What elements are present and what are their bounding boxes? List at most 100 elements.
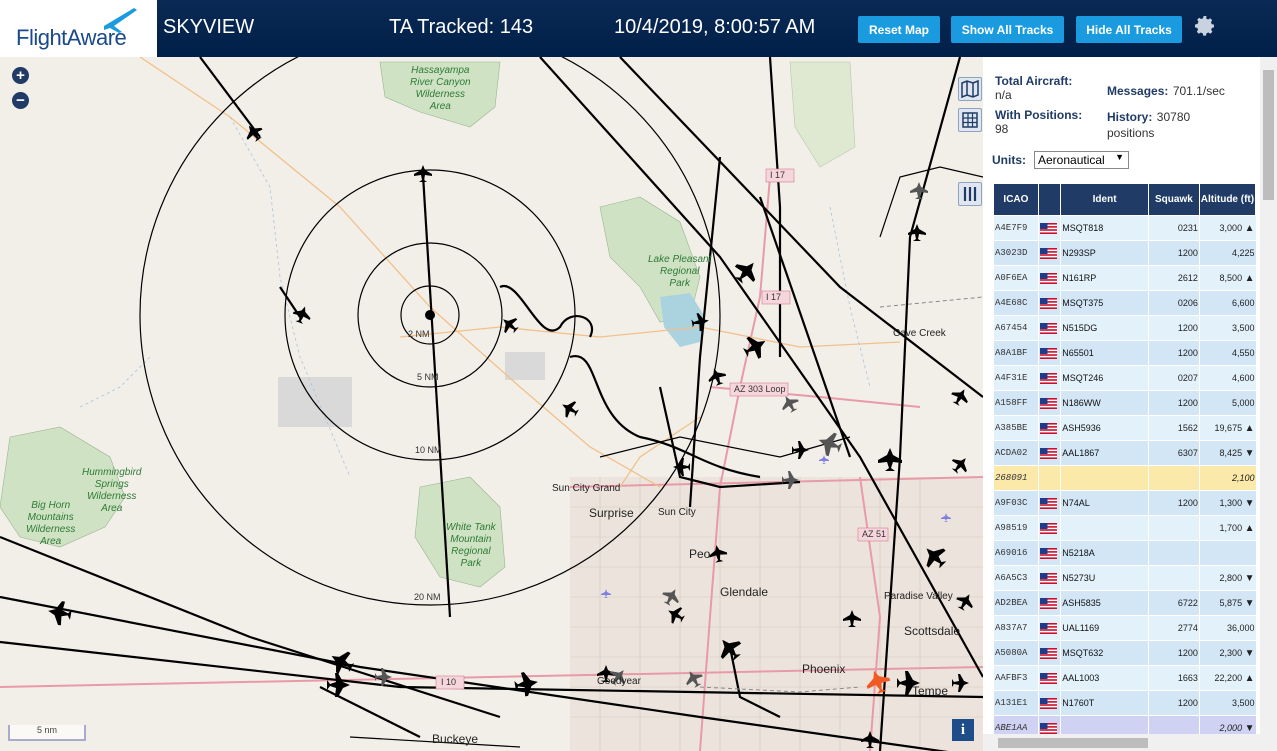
table-row[interactable]: AD2BEA ASH5835 6722 5,875 ▼ <box>993 590 1256 616</box>
ring-label-2nm: 2 NM <box>408 329 430 339</box>
table-row[interactable]: A385BE ASH5936 1562 19,675 ▲ <box>993 415 1256 441</box>
table-row[interactable]: A4F31E MSQT246 0207 4,600 <box>993 365 1256 391</box>
altitude-trend-icon: ▼ <box>1244 597 1255 609</box>
datetime: 10/4/2019, 8:00:57 AM <box>614 16 816 38</box>
altitude-value: 8,500 <box>1219 272 1243 283</box>
cell-altitude: 1,300 ▼ <box>1198 490 1256 516</box>
cell-icao: A6A5C3 <box>993 565 1039 591</box>
road-i10: I 10 <box>441 677 457 687</box>
history: History: 30780 positions <box>1107 108 1190 140</box>
cell-flag <box>1037 490 1061 516</box>
table-row[interactable]: A6A5C3 N5273U 2,800 ▼ <box>993 565 1256 591</box>
table-row[interactable]: A69016 N5218A <box>993 540 1256 566</box>
altitude-value: 2,100 <box>1231 472 1255 483</box>
cell-flag <box>1037 315 1061 341</box>
app-title: SKYVIEW <box>163 16 255 38</box>
cell-squawk: 1200 <box>1147 315 1200 341</box>
messages-value: 701.1/sec <box>1172 84 1225 98</box>
cell-icao: A4E7F9 <box>993 215 1039 241</box>
ring-label-20nm: 20 NM <box>414 592 441 602</box>
with-positions: With Positions: 98 <box>995 108 1082 136</box>
messages-label: Messages: <box>1107 84 1169 98</box>
zoom-in-button[interactable]: + <box>12 67 29 84</box>
cell-altitude: 4,600 <box>1198 365 1256 391</box>
cell-ident: N5273U <box>1060 565 1149 591</box>
cell-altitude <box>1198 540 1256 566</box>
cell-ident: N515DG <box>1060 315 1149 341</box>
vertical-scrollbar-thumb[interactable] <box>1263 70 1274 200</box>
columns-icon[interactable] <box>958 182 982 206</box>
reset-map-button[interactable]: Reset Map <box>858 16 940 43</box>
table-row[interactable]: A158FF N186WW 1200 5,000 <box>993 390 1256 416</box>
cell-squawk: 1562 <box>1147 415 1200 441</box>
table-row[interactable]: A0F6EA N161RP 2612 8,500 ▲ <box>993 265 1256 291</box>
table-row[interactable]: A9F03C N74AL 1200 1,300 ▼ <box>993 490 1256 516</box>
table-row[interactable]: A67454 N515DG 1200 3,500 <box>993 315 1256 341</box>
us-flag-icon <box>1039 422 1057 434</box>
cell-squawk <box>1147 565 1200 591</box>
cell-icao: A4F31E <box>993 365 1039 391</box>
us-flag-icon <box>1039 697 1057 709</box>
info-icon[interactable]: i <box>952 719 974 741</box>
units-select[interactable]: Aeronautical ▼ <box>1034 151 1129 169</box>
table-row[interactable]: A4E7F9 MSQT818 0231 3,000 ▲ <box>993 215 1256 241</box>
horizontal-scrollbar-thumb[interactable] <box>998 738 1148 748</box>
table-row[interactable]: A8A1BF N65501 1200 4,550 <box>993 340 1256 366</box>
cell-squawk <box>1147 515 1200 541</box>
road-i17-north: I 17 <box>770 170 786 180</box>
hide-all-tracks-button[interactable]: Hide All Tracks <box>1076 16 1182 43</box>
column-header-squawk[interactable]: Squawk <box>1147 183 1200 216</box>
table-row[interactable]: A4E68C MSQT375 0206 6,600 <box>993 290 1256 316</box>
column-header-ident[interactable]: Ident <box>1060 183 1149 216</box>
altitude-value: 5,000 <box>1231 397 1255 408</box>
flightaware-logo[interactable]: FlightAware <box>0 0 157 57</box>
table-row[interactable]: AAFBF3 AAL1003 1663 22,200 ▲ <box>993 665 1256 691</box>
altitude-value: 2,000 <box>1219 722 1243 733</box>
table-row[interactable]: 268091 2,100 <box>993 465 1256 491</box>
zoom-out-button[interactable]: − <box>12 92 29 109</box>
map-canvas[interactable]: 2 NM 5 NM 10 NM 20 NM Hassayampa River Ca… <box>0 57 983 751</box>
cell-ident: MSQT246 <box>1060 365 1149 391</box>
cell-squawk: 1200 <box>1147 390 1200 416</box>
table-row[interactable]: ACDA02 AAL1867 6307 8,425 ▼ <box>993 440 1256 466</box>
altitude-trend-icon: ▼ <box>1244 647 1255 659</box>
cell-ident: N293SP <box>1060 240 1149 266</box>
cell-flag <box>1037 640 1061 666</box>
table-row[interactable]: A3023D N293SP 1200 4,225 <box>993 240 1256 266</box>
us-flag-icon <box>1039 597 1057 609</box>
column-header-altitude[interactable]: Altitude (ft) <box>1198 183 1257 216</box>
column-header-flag[interactable] <box>1037 183 1062 216</box>
place-white-tank: White Tank Mountain Regional Park <box>446 522 496 569</box>
road-az51: AZ 51 <box>862 529 887 539</box>
cell-squawk: 0231 <box>1147 215 1200 241</box>
cell-flag <box>1037 390 1061 416</box>
cell-altitude: 22,200 ▲ <box>1198 665 1256 691</box>
cell-altitude: 5,000 <box>1198 390 1256 416</box>
cell-icao: A837A7 <box>993 615 1039 641</box>
altitude-value: 36,000 <box>1226 622 1255 633</box>
cell-altitude: 2,100 <box>1198 465 1256 491</box>
column-header-icao[interactable]: ICAO <box>993 183 1039 216</box>
ring-label-5nm: 5 NM <box>417 372 439 382</box>
map-layer <box>0 57 983 751</box>
cell-icao: A131E1 <box>993 690 1039 716</box>
cell-squawk: 6722 <box>1147 590 1200 616</box>
us-flag-icon <box>1039 572 1057 584</box>
grid-icon[interactable] <box>958 108 982 132</box>
table-row[interactable]: A98519 1,700 ▲ <box>993 515 1256 541</box>
cell-icao: AAFBF3 <box>993 665 1039 691</box>
table-row[interactable]: A131E1 N1760T 1200 3,500 <box>993 690 1256 716</box>
table-row[interactable]: A837A7 UAL1169 2774 36,000 <box>993 615 1256 641</box>
city-tempe: Tempe <box>912 684 949 698</box>
history-unit: positions <box>1107 126 1155 140</box>
us-flag-icon <box>1039 322 1057 334</box>
cell-flag <box>1037 265 1061 291</box>
show-all-tracks-button[interactable]: Show All Tracks <box>951 16 1064 43</box>
table-row[interactable]: A5080A MSQT632 1200 2,300 ▼ <box>993 640 1256 666</box>
gear-icon[interactable] <box>1193 14 1217 38</box>
altitude-value: 1,300 <box>1219 497 1243 508</box>
map-layers-icon[interactable] <box>958 77 982 101</box>
cell-flag <box>1037 665 1061 691</box>
units-selected-value: Aeronautical <box>1038 153 1105 167</box>
us-flag-icon <box>1039 397 1057 409</box>
